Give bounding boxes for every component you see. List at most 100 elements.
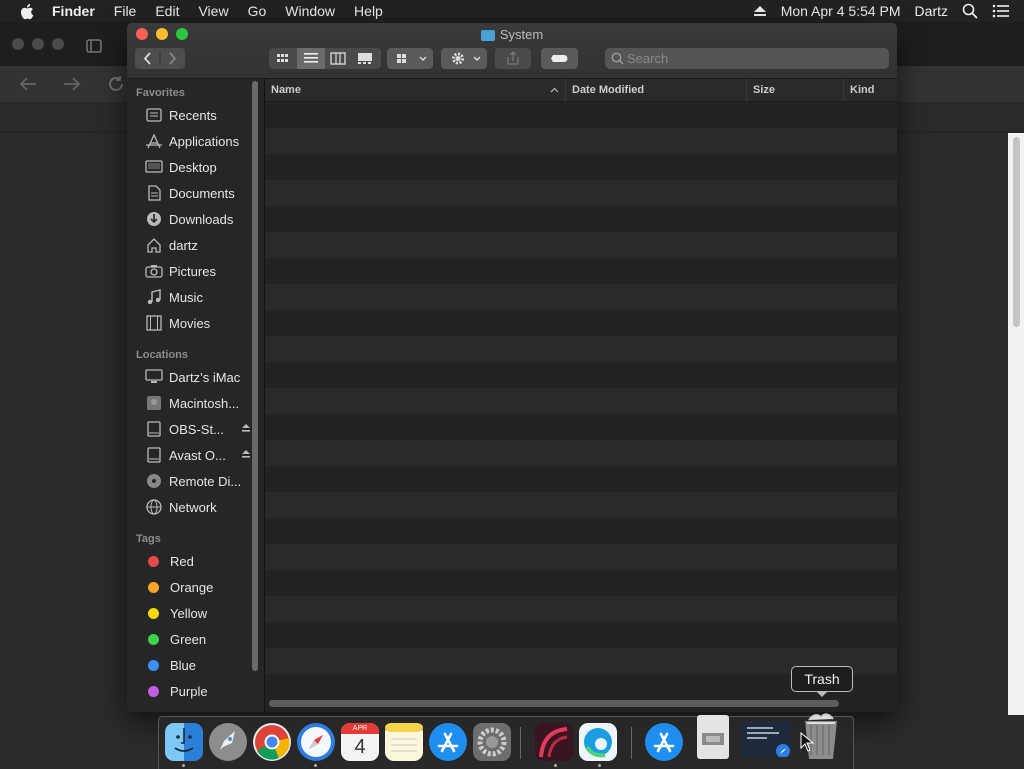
clock-icon — [145, 107, 163, 123]
sidebar-item-remote-disc[interactable]: Remote Di... — [127, 468, 255, 494]
reload-icon[interactable] — [106, 74, 126, 94]
list-row — [265, 128, 897, 154]
launchpad-icon[interactable] — [209, 723, 247, 761]
share-button[interactable] — [495, 48, 531, 69]
app-store-icon[interactable] — [429, 723, 467, 761]
menu-help[interactable]: Help — [354, 3, 383, 19]
file-rows — [265, 102, 897, 702]
browser-close-button[interactable] — [12, 38, 24, 50]
orange-tag-dot-icon — [148, 581, 159, 593]
spotlight-search-icon[interactable] — [962, 3, 978, 19]
sidebar-item-label: Orange — [170, 579, 214, 595]
search-field[interactable] — [605, 48, 889, 69]
edge-icon[interactable] — [579, 723, 617, 761]
sidebar-item-documents[interactable]: Documents — [127, 180, 255, 206]
eject-icon[interactable] — [753, 5, 767, 17]
sidebar-item-imac[interactable]: Dartz’s iMac — [127, 364, 255, 390]
list-row — [265, 388, 897, 414]
dock-separator — [520, 727, 521, 759]
safari-icon[interactable] — [297, 723, 335, 761]
browser-minimize-button[interactable] — [32, 38, 44, 50]
notes-icon[interactable] — [385, 723, 423, 761]
edit-tags-button[interactable] — [541, 48, 578, 69]
eject-icon[interactable] — [241, 423, 251, 433]
sidebar-item-macintosh-hd[interactable]: Macintosh... — [127, 390, 255, 416]
app-store-downloads-icon[interactable] — [645, 723, 683, 761]
menu-app-name[interactable]: Finder — [52, 3, 95, 19]
group-by-button[interactable] — [387, 48, 433, 69]
purple-tag-dot-icon — [148, 685, 159, 697]
sidebar-item-label: Remote Di... — [169, 473, 242, 489]
column-kind[interactable]: Kind — [843, 79, 897, 101]
sidebar-tag-orange[interactable]: Orange — [127, 574, 255, 600]
sidebar-tag-green[interactable]: Green — [127, 626, 255, 652]
sidebar-tag-red[interactable]: Red — [127, 548, 255, 574]
list-row — [265, 622, 897, 648]
menu-view[interactable]: View — [198, 3, 228, 19]
sidebar-item-network[interactable]: Network — [127, 494, 255, 520]
finder-icon[interactable] — [165, 723, 203, 761]
sidebar-item-label: Movies — [169, 315, 211, 331]
list-row — [265, 518, 897, 544]
browser-scroll-thumb[interactable] — [1013, 137, 1020, 327]
column-size[interactable]: Size — [746, 79, 843, 101]
view-mode-segmented-control — [269, 48, 381, 69]
mouse-cursor-icon — [800, 732, 814, 752]
sidebar-item-pictures[interactable]: Pictures — [127, 258, 255, 284]
sidebar-toggle-icon[interactable] — [86, 39, 102, 53]
apple-logo-icon[interactable] — [20, 3, 36, 20]
chrome-icon[interactable] — [253, 723, 291, 761]
browser-zoom-button[interactable] — [52, 38, 64, 50]
screenshot-thumbnail-icon[interactable] — [741, 721, 791, 758]
sidebar-item-obs-drive[interactable]: OBS-St... — [127, 416, 255, 442]
column-name[interactable]: Name — [265, 79, 565, 101]
sidebar-tag-yellow[interactable]: Yellow — [127, 600, 255, 626]
notification-center-icon[interactable] — [992, 4, 1010, 18]
list-row — [265, 284, 897, 310]
menu-file[interactable]: File — [114, 3, 137, 19]
window-title-text: System — [499, 27, 544, 42]
sidebar-item-music[interactable]: Music — [127, 284, 255, 310]
menu-edit[interactable]: Edit — [155, 3, 179, 19]
sidebar-tag-purple[interactable]: Purple — [127, 678, 255, 704]
column-name-label: Name — [271, 84, 301, 96]
sidebar-item-applications[interactable]: Applications — [127, 128, 255, 154]
sidebar-item-label: OBS-St... — [169, 421, 224, 437]
sidebar-item-label: Yellow — [170, 605, 208, 621]
sidebar-item-desktop[interactable]: Desktop — [127, 154, 255, 180]
calendar-icon[interactable]: APR 4 — [341, 723, 379, 761]
column-view-icon[interactable] — [330, 52, 346, 65]
menu-user[interactable]: Dartz — [915, 3, 948, 19]
sidebar-item-home[interactable]: dartz — [127, 232, 255, 258]
gallery-view-icon[interactable] — [358, 53, 372, 64]
icon-view-icon[interactable] — [277, 54, 288, 62]
back-forward-chevrons-icon[interactable] — [135, 48, 185, 69]
finder-sidebar: Favorites Recents Applications Desktop D… — [127, 79, 265, 712]
sidebar-item-recents[interactable]: Recents — [127, 102, 255, 128]
sidebar-scrollbar[interactable] — [252, 81, 258, 671]
list-row — [265, 596, 897, 622]
tag-icon — [551, 55, 568, 62]
forward-arrow-icon[interactable] — [62, 76, 82, 92]
obs-icon[interactable] — [535, 723, 573, 761]
menu-clock[interactable]: Mon Apr 4 5:54 PM — [781, 3, 901, 19]
action-gear-button[interactable] — [441, 48, 487, 69]
menu-window[interactable]: Window — [285, 3, 335, 19]
sidebar-item-movies[interactable]: Movies — [127, 310, 255, 336]
document-stack-icon[interactable] — [697, 715, 729, 759]
horizontal-scrollbar[interactable] — [269, 700, 839, 707]
menu-go[interactable]: Go — [248, 3, 267, 19]
list-view-icon[interactable] — [304, 53, 318, 63]
eject-icon[interactable] — [241, 449, 251, 459]
sidebar-tag-blue[interactable]: Blue — [127, 652, 255, 678]
search-input[interactable] — [627, 48, 882, 69]
sidebar-item-downloads[interactable]: Downloads — [127, 206, 255, 232]
film-icon — [145, 315, 163, 331]
download-icon — [145, 211, 163, 227]
back-arrow-icon[interactable] — [18, 76, 38, 92]
sidebar-item-label: Documents — [169, 185, 235, 201]
column-kind-label: Kind — [850, 84, 875, 96]
column-date-modified[interactable]: Date Modified — [565, 79, 746, 101]
system-preferences-icon[interactable] — [473, 723, 511, 761]
sidebar-item-avast-drive[interactable]: Avast O... — [127, 442, 255, 468]
